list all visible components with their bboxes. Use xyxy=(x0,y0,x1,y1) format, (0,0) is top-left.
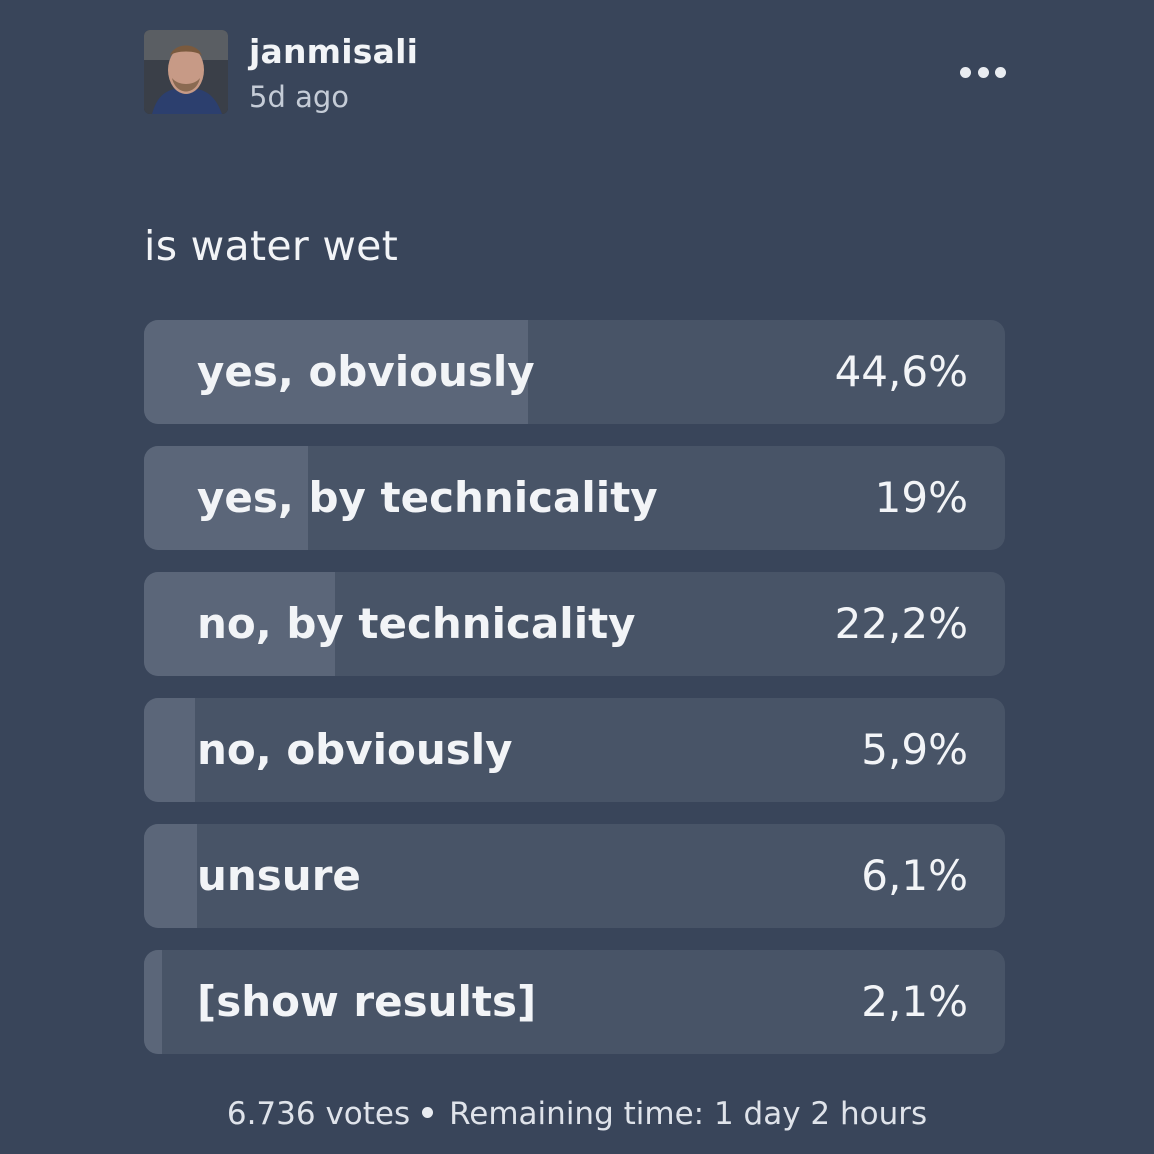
poll-post: janmisali 5d ago is water wet yes, obvio… xyxy=(0,0,1154,1154)
poll-option-percent: 2,1% xyxy=(861,977,968,1026)
more-horizontal-icon-dot xyxy=(960,66,971,78)
more-options-button[interactable] xyxy=(960,60,1006,84)
poll-option[interactable]: yes, obviously 44,6% xyxy=(144,320,1005,424)
more-horizontal-icon-dot xyxy=(995,66,1006,78)
poll-option-percent: 6,1% xyxy=(861,851,968,900)
post-header: janmisali 5d ago xyxy=(144,30,1006,116)
more-horizontal-icon-dot xyxy=(977,66,989,78)
poll-question: is water wet xyxy=(144,222,399,270)
avatar-image xyxy=(144,30,228,114)
author-name[interactable]: janmisali xyxy=(249,32,418,71)
poll-option-label: no, by technicality xyxy=(197,599,636,648)
poll-option-result-bar xyxy=(144,698,195,802)
poll-option-percent: 5,9% xyxy=(861,725,968,774)
poll-option-percent: 22,2% xyxy=(834,599,968,648)
poll-option-label: [show results] xyxy=(197,977,537,1026)
poll-options: yes, obviously 44,6% yes, by technicalit… xyxy=(144,320,1005,1076)
vote-count: 6.736 votes xyxy=(226,1096,411,1132)
poll-option-percent: 19% xyxy=(874,473,968,522)
poll-option-label: no, obviously xyxy=(197,725,513,774)
avatar[interactable] xyxy=(144,30,228,114)
poll-option-result-bar xyxy=(144,824,197,928)
poll-option[interactable]: no, obviously 5,9% xyxy=(144,698,1005,802)
poll-option-result-bar xyxy=(144,950,163,1054)
poll-option[interactable]: unsure 6,1% xyxy=(144,824,1005,928)
poll-option-label: yes, obviously xyxy=(197,347,535,396)
poll-option[interactable]: [show results] 2,1% xyxy=(144,950,1005,1054)
poll-option-percent: 44,6% xyxy=(834,347,968,396)
poll-option[interactable]: yes, by technicality 19% xyxy=(144,446,1005,550)
poll-option[interactable]: no, by technicality 22,2% xyxy=(144,572,1005,676)
poll-option-label: unsure xyxy=(197,851,361,900)
poll-footer: 6.736 votes Remaining time: 1 day 2 hours xyxy=(0,1096,1154,1132)
separator-dot-icon xyxy=(422,1107,434,1118)
remaining-time: Remaining time: 1 day 2 hours xyxy=(449,1096,928,1132)
post-timestamp: 5d ago xyxy=(249,80,349,114)
poll-option-label: yes, by technicality xyxy=(197,473,658,522)
